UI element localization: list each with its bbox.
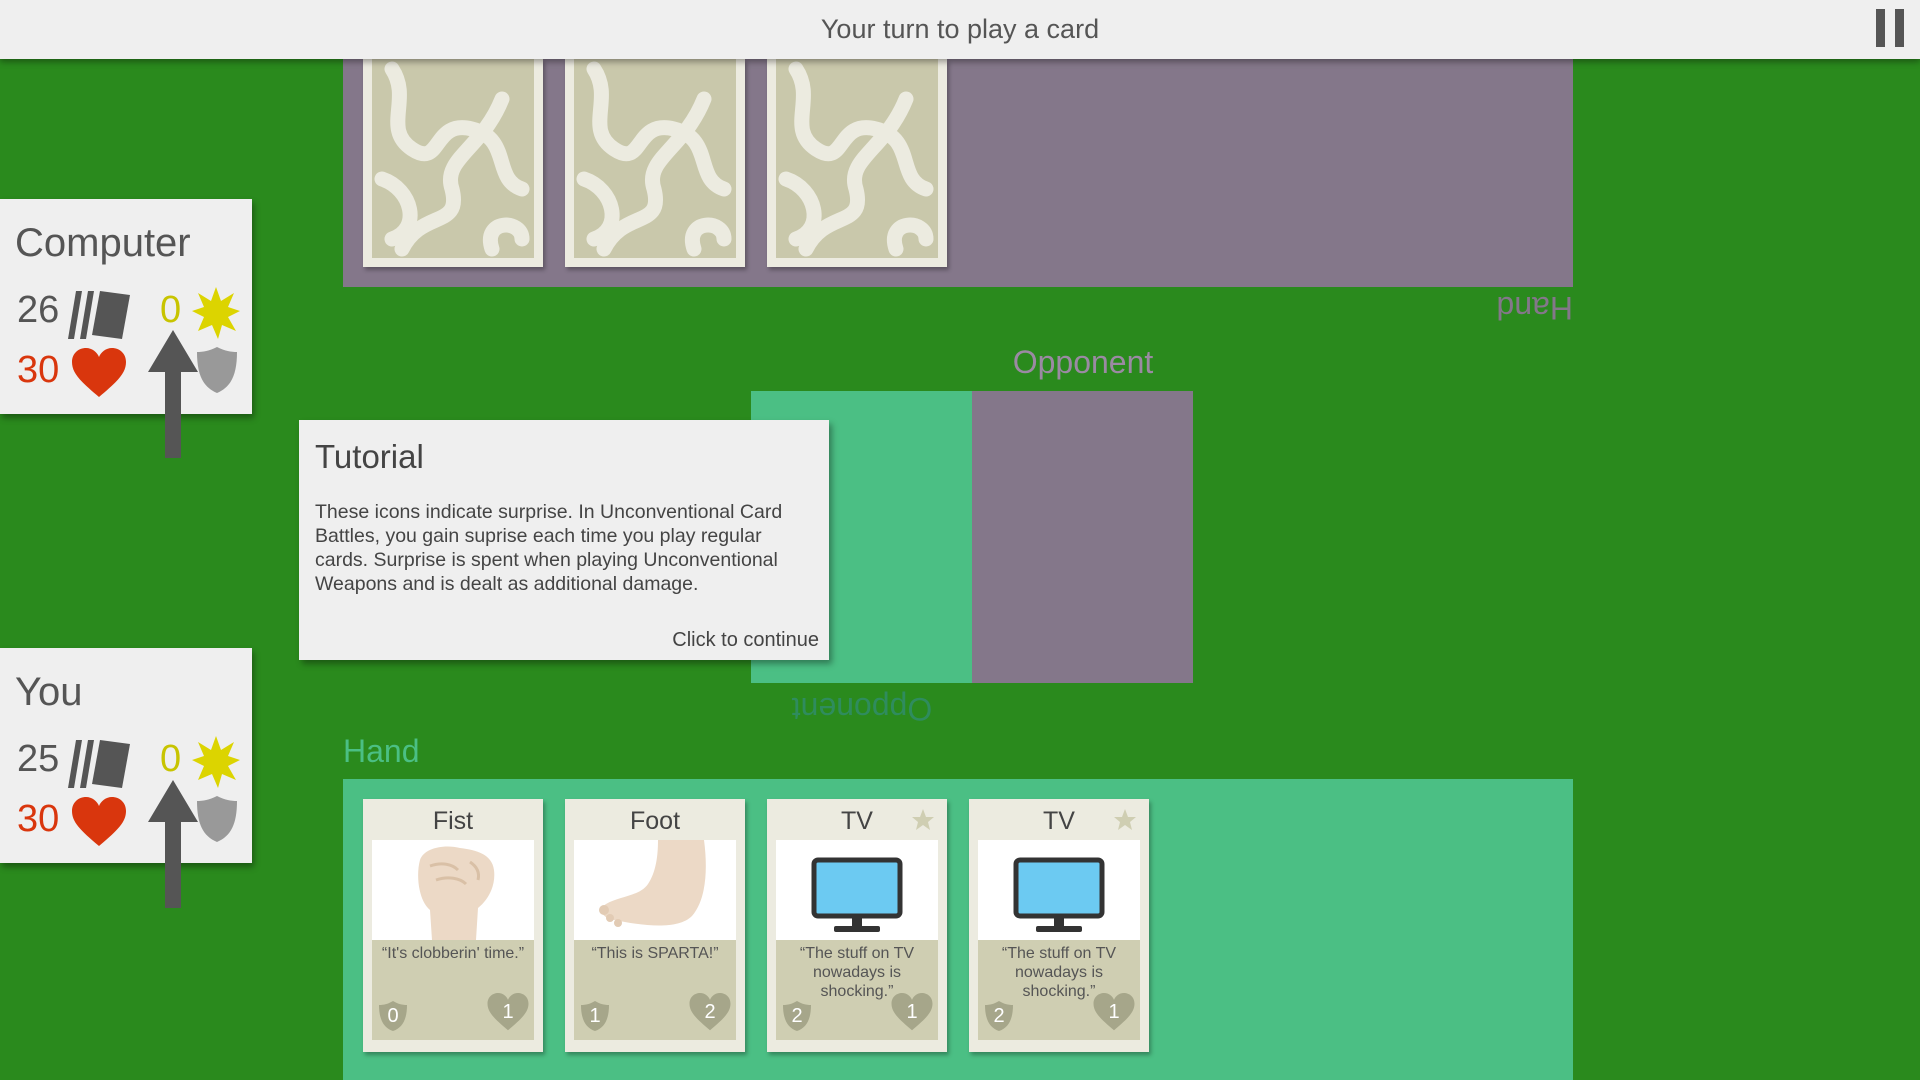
unconventional-star-icon [912,809,934,830]
computer-surprise: 0 [160,289,182,331]
fist-icon [372,840,534,940]
deck-icon [68,291,130,339]
card-cost: 0 [387,1004,399,1027]
player-surprise: 0 [160,738,182,780]
player-stats-panel: You 25 30 0 [0,648,252,863]
player-deck-count: 25 [17,738,60,780]
card-quote: “It's clobberin' time.” [381,945,525,962]
heart-icon [72,797,126,846]
hand-card[interactable]: TV “The stuff on TV nowadays is shocking… [969,799,1149,1052]
card-cost: 2 [993,1004,1005,1027]
cost-shield-icon: 2 [984,1000,1014,1032]
card-damage: 1 [906,1000,918,1023]
damage-heart-icon: 1 [890,992,934,1032]
shield-icon [197,347,237,393]
opponent-play-label: Opponent [1012,344,1154,380]
opponent-card-back [565,59,745,267]
tutorial-continue-link[interactable]: Click to continue [672,629,819,652]
cost-shield-icon: 0 [378,1000,408,1032]
computer-deck-count: 26 [17,289,60,331]
status-bar: Your turn to play a card [0,0,1920,59]
tutorial-dialog[interactable]: Tutorial These icons indicate surprise. … [299,420,829,660]
opponent-card-back [363,59,543,267]
tutorial-arrow-icon [148,780,198,908]
cost-shield-icon: 1 [580,1000,610,1032]
card-quote: “This is SPARTA!” [591,945,719,962]
player-hand-label: Hand [343,733,420,769]
unconventional-star-icon [1114,809,1136,830]
damage-heart-icon: 1 [1092,992,1136,1032]
tutorial-body: These icons indicate surprise. In Unconv… [315,501,783,595]
card-lower: “The stuff on TV nowadays is shocking.” … [776,940,938,1040]
status-message: Your turn to play a card [820,14,1100,44]
shield-icon [197,796,237,842]
card-lower: “The stuff on TV nowadays is shocking.” … [978,940,1140,1040]
heart-icon [72,348,126,397]
tutorial-arrow-icon [148,330,198,458]
player-name: You [15,670,83,714]
player-play-label: Opponent [791,691,933,727]
card-lower: “This is SPARTA!” 1 2 [574,940,736,1040]
hand-card[interactable]: Foot “This is SPARTA!” 1 2 [565,799,745,1052]
card-cost: 1 [589,1004,601,1027]
cost-shield-icon: 2 [782,1000,812,1032]
hand-card[interactable]: TV “The stuff on TV nowadays is shocking… [767,799,947,1052]
hand-card[interactable]: Fist “It's clobberin' time.” 0 1 [363,799,543,1052]
card-damage: 1 [502,1000,514,1023]
card-damage: 2 [704,1000,716,1023]
pause-icon[interactable] [1876,9,1904,47]
computer-name: Computer [15,221,191,265]
tv-icon [776,840,938,940]
opponent-play-zone [972,391,1193,683]
card-title: Foot [629,807,681,835]
computer-stats-panel: Computer 26 30 0 [0,199,252,414]
opponent-hand-label: Hand [1496,290,1574,326]
damage-heart-icon: 2 [688,992,732,1032]
opponent-card-back [767,59,947,267]
player-health: 30 [17,798,60,840]
foot-icon [574,840,736,940]
computer-health: 30 [17,349,60,391]
tutorial-title: Tutorial [315,438,424,475]
damage-heart-icon: 1 [486,992,530,1032]
card-lower: “It's clobberin' time.” 0 1 [372,940,534,1040]
card-cost: 2 [791,1004,803,1027]
card-damage: 1 [1108,1000,1120,1023]
deck-icon [68,740,130,788]
card-title: Fist [432,807,474,835]
tv-icon [978,840,1140,940]
